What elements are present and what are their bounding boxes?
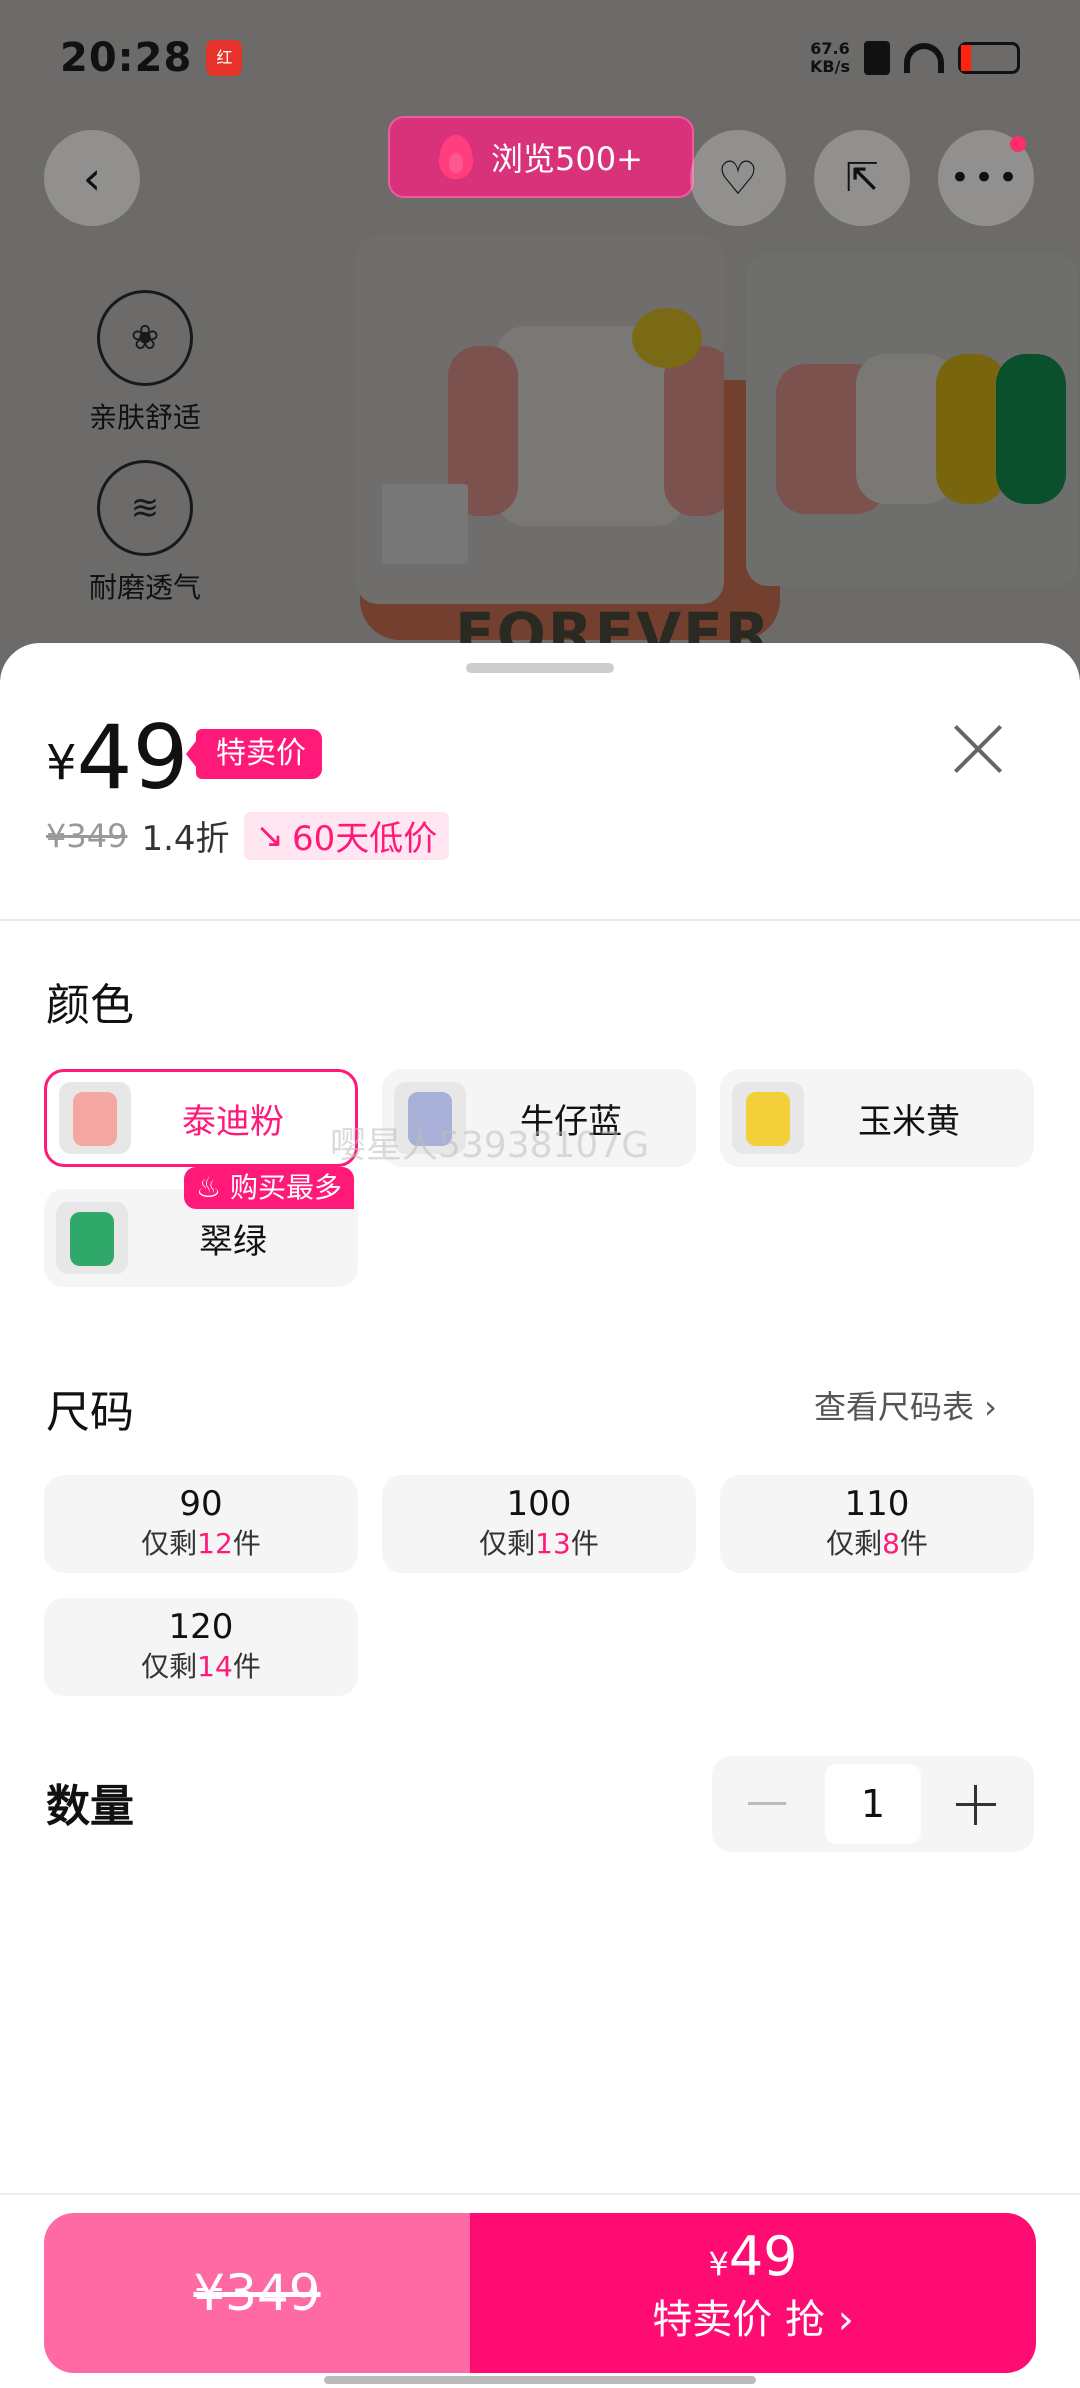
stock-prefix: 仅剩 (141, 1527, 198, 1560)
watermark: 嘤星人53938107G (330, 1125, 650, 1166)
net-speed: 67.6 KB/s (810, 38, 850, 76)
plus-button[interactable] (956, 1785, 996, 1825)
flame-icon (439, 135, 474, 179)
color-thumb (59, 1082, 131, 1154)
net-speed-unit: KB/s (810, 56, 850, 76)
heart-plus-icon: ♡ (717, 151, 759, 205)
discount-label: 1.4折 (141, 819, 230, 859)
color-label: 翠绿 (199, 1221, 267, 1262)
best-seller-text: 购买最多 (230, 1171, 343, 1204)
divider (0, 919, 1080, 921)
quantity-title: 数量 (46, 1781, 134, 1832)
status-bar: 20:28 红 67.6 KB/s (0, 0, 1080, 115)
stock-label: 仅剩12件 (44, 1525, 358, 1563)
home-indicator[interactable] (324, 2376, 756, 2384)
color-thumb (732, 1082, 804, 1154)
best-seller-badge: ♨ 购买最多 (184, 1167, 355, 1209)
stock-count: 13 (535, 1527, 571, 1560)
sim-icon (864, 40, 890, 75)
browse-count-badge: 浏览500+ (388, 116, 694, 198)
size-title: 尺码 (46, 1387, 134, 1438)
favorite-button[interactable]: ♡ (690, 130, 786, 226)
bottom-bar: ¥349 ¥49 特卖价 抢 › (0, 2193, 1080, 2388)
screen: FOREVER ❀ 亲肤舒适 ≋ 耐磨透气 20:28 红 67 (0, 0, 1080, 2388)
stock-count: 8 (882, 1527, 900, 1560)
color-option-yellow[interactable]: 玉米黄 (720, 1069, 1034, 1167)
net-speed-value: 67.6 (810, 38, 850, 58)
stock-label: 仅剩14件 (44, 1648, 358, 1686)
wifi-icon (904, 42, 944, 73)
stock-unit: 件 (232, 1527, 261, 1560)
price-details: ¥349 1.4折 ↘ 60天低价 (46, 811, 450, 860)
original-price: ¥349 (46, 816, 128, 855)
price-value: 49 (76, 706, 189, 809)
sku-selector-sheet: ¥ 49 特卖价 ¥349 1.4折 ↘ 60天低价 颜色 泰迪粉 牛仔蓝 玉米… (0, 643, 1080, 2388)
buy-price-value: 49 (728, 2225, 798, 2288)
more-dots-icon: ••• (949, 158, 1023, 198)
size-label: 90 (179, 1484, 223, 1524)
buy-now-button[interactable]: ¥49 特卖价 抢 › (470, 2213, 1036, 2373)
color-thumb (56, 1202, 128, 1274)
browse-count-label: 浏览500+ (491, 140, 643, 178)
stock-count: 12 (197, 1527, 233, 1560)
size-label: 110 (844, 1484, 910, 1524)
size-label: 120 (168, 1607, 234, 1647)
flame-icon: ♨ (196, 1171, 222, 1204)
trend-down-icon: ↘ (255, 815, 285, 856)
size-option-120[interactable]: 120 仅剩14件 (44, 1598, 358, 1696)
quantity-input[interactable]: 1 (825, 1764, 921, 1844)
stock-prefix: 仅剩 (479, 1527, 536, 1560)
buy-currency: ¥ (708, 2245, 729, 2283)
status-time: 20:28 (60, 34, 193, 81)
chevron-left-icon: ‹ (82, 151, 102, 205)
stock-unit: 件 (570, 1527, 599, 1560)
share-icon: ⇱ (845, 155, 879, 201)
back-button[interactable]: ‹ (44, 130, 140, 226)
size-label: 100 (506, 1484, 572, 1524)
color-option-pink[interactable]: 泰迪粉 (44, 1069, 358, 1167)
battery-icon (958, 41, 1020, 74)
share-button[interactable]: ⇱ (814, 130, 910, 226)
stock-count: 14 (197, 1650, 233, 1683)
currency-symbol: ¥ (46, 735, 77, 791)
stock-label: 仅剩13件 (382, 1525, 696, 1563)
stock-unit: 件 (899, 1527, 928, 1560)
size-option-110[interactable]: 110 仅剩8件 (720, 1475, 1034, 1573)
stock-unit: 件 (232, 1650, 261, 1683)
size-option-100[interactable]: 100 仅剩13件 (382, 1475, 696, 1573)
notification-dot (1010, 136, 1026, 152)
buy-button-group: ¥349 ¥49 特卖价 抢 › (44, 2213, 1036, 2373)
close-icon[interactable] (950, 721, 1006, 777)
color-label: 泰迪粉 (182, 1101, 284, 1142)
stock-label: 仅剩8件 (720, 1525, 1034, 1563)
quantity-stepper: 1 (712, 1756, 1034, 1852)
app-notification-icon: 红 (206, 39, 243, 76)
size-chart-link[interactable]: 查看尺码表 › (814, 1382, 997, 1428)
stock-prefix: 仅剩 (141, 1650, 198, 1683)
original-price-button[interactable]: ¥349 (44, 2213, 470, 2373)
low-price-badge: ↘ 60天低价 (243, 811, 450, 860)
minus-button[interactable] (748, 1802, 786, 1805)
sheet-drag-handle[interactable] (466, 663, 614, 673)
price-display: ¥ 49 (46, 713, 189, 803)
status-icons: 67.6 KB/s (810, 38, 1020, 76)
sale-price-tag: 特卖价 (186, 729, 322, 779)
low-price-text: 60天低价 (292, 819, 438, 859)
buy-label: 特卖价 抢 › (652, 2297, 854, 2343)
size-option-90[interactable]: 90 仅剩12件 (44, 1475, 358, 1573)
color-title: 颜色 (46, 980, 134, 1031)
buy-price: ¥49 (470, 2227, 1036, 2294)
stock-prefix: 仅剩 (826, 1527, 883, 1560)
color-label: 玉米黄 (858, 1101, 960, 1142)
